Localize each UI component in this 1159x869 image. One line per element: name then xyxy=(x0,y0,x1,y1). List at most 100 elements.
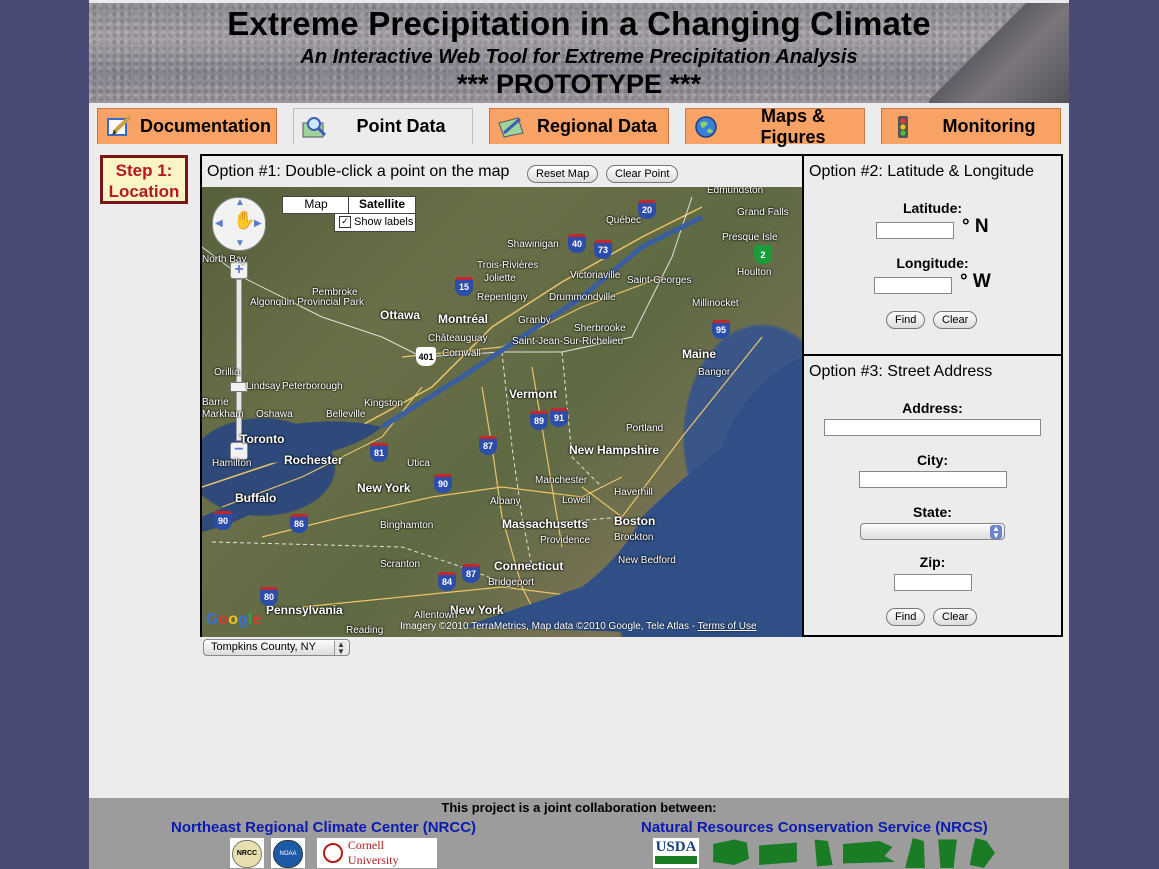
tab-label: Regional Data xyxy=(536,116,658,136)
header-banner: Extreme Precipitation in a Changing Clim… xyxy=(89,3,1069,103)
tab-regional-data[interactable]: Regional Data xyxy=(489,108,669,144)
reset-map-button[interactable]: Reset Map xyxy=(527,165,599,183)
tab-label: Maps & Figures xyxy=(760,105,826,147)
map-place-label: Providence xyxy=(540,535,591,546)
pan-left-icon[interactable]: ◀ xyxy=(215,218,223,229)
map-place-label: Cornwall xyxy=(442,348,481,359)
footer: This project is a joint collaboration be… xyxy=(89,798,1069,869)
cornell-logo[interactable]: Cornell University xyxy=(317,838,437,868)
map-place-label: New York xyxy=(450,603,504,617)
latitude-label: Latitude: xyxy=(902,200,963,216)
state-select[interactable]: ▲ ▼ xyxy=(860,523,1005,540)
map-place-label: Boston xyxy=(614,514,656,528)
noaa-logo[interactable]: NOAA xyxy=(271,838,305,868)
prototype-label: *** PROTOTYPE *** xyxy=(456,69,702,99)
pan-down-icon[interactable]: ▼ xyxy=(235,238,245,249)
tab-maps-figures[interactable]: Maps & Figures xyxy=(685,106,865,147)
highway-shield-icon: 80 xyxy=(260,587,278,606)
cornell-seal-icon xyxy=(323,843,343,863)
state-ma-icon[interactable] xyxy=(843,841,895,864)
map-place-label: Hamilton xyxy=(212,458,252,469)
highway-shield-icon: 86 xyxy=(290,514,308,533)
map-place-label: Lindsay xyxy=(246,381,281,392)
option2-panel: Option #2: Latitude & Longitude Latitude… xyxy=(802,154,1063,356)
nrcc-link[interactable]: Northeast Regional Climate Center (NRCC) xyxy=(171,819,476,836)
map-place-label: Saint-Georges xyxy=(627,275,692,286)
option3-panel: Option #3: Street Address Address: City:… xyxy=(802,354,1063,637)
map-place-label: Algonquin Provincial Park xyxy=(250,297,364,308)
map-type-satellite-button[interactable]: Satellite xyxy=(348,196,416,214)
pan-up-icon[interactable]: ▲ xyxy=(235,197,245,208)
pan-control[interactable]: ✋ ▲ ▼ ◀ ▶ xyxy=(212,197,266,251)
state-ny-icon[interactable] xyxy=(713,839,749,865)
zip-input[interactable] xyxy=(894,574,972,591)
show-labels-toggle[interactable]: ✓ Show labels xyxy=(334,213,416,232)
state-label: State: xyxy=(913,504,952,520)
latitude-input[interactable] xyxy=(876,222,954,239)
highway-shield-icon: 84 xyxy=(438,572,456,591)
county-select[interactable]: Tompkins County, NY ▲ ▼ xyxy=(203,639,350,656)
satellite-map[interactable]: Map Satellite ✓ Show labels ✋ ▲ ▼ ◀ ▶ + −… xyxy=(202,187,802,637)
pan-right-icon[interactable]: ▶ xyxy=(254,218,262,229)
magnifier-map-icon xyxy=(302,115,328,139)
option3-title: Option #3: Street Address xyxy=(809,363,993,380)
map-place-label: Rochester xyxy=(284,453,343,467)
globe-icon xyxy=(694,115,720,139)
map-place-label: Scranton xyxy=(380,559,421,570)
terms-of-use-link[interactable]: Terms of Use xyxy=(698,621,757,632)
state-ct-icon[interactable] xyxy=(759,842,797,865)
tab-monitoring[interactable]: Monitoring xyxy=(881,108,1061,144)
map-place-label: Orillia xyxy=(214,367,240,378)
map-place-label: Bangor xyxy=(698,367,731,378)
tab-documentation[interactable]: Documentation xyxy=(97,108,277,144)
highway-shield-icon: 89 xyxy=(530,411,548,430)
tab-label: Documentation xyxy=(140,116,272,136)
step-number: Step 1: xyxy=(115,161,173,180)
hand-icon: ✋ xyxy=(233,210,256,230)
tab-label: Point Data xyxy=(356,116,446,136)
traffic-light-icon xyxy=(890,115,916,139)
map-place-label: Oshawa xyxy=(256,409,293,420)
state-nh-icon[interactable] xyxy=(905,838,925,868)
longitude-label: Longitude: xyxy=(896,255,969,271)
map-place-label: Joliette xyxy=(484,273,516,284)
tab-point-data[interactable]: Point Data xyxy=(293,108,473,144)
map-place-label: Presque Isle xyxy=(722,232,778,243)
map-type-map-button[interactable]: Map xyxy=(282,196,350,214)
map-attribution: Imagery ©2010 TerraMetrics, Map data ©20… xyxy=(400,621,757,632)
map-place-label: Sherbrooke xyxy=(574,323,626,334)
map-pencil-icon xyxy=(498,115,524,139)
clear-point-button[interactable]: Clear Point xyxy=(606,165,679,183)
map-place-label: Portland xyxy=(626,423,664,434)
city-input[interactable] xyxy=(859,471,1007,488)
tab-label: Monitoring xyxy=(942,116,1036,136)
nrcc-logo[interactable]: NRCC xyxy=(230,838,264,868)
address-clear-button[interactable]: Clear xyxy=(933,608,978,626)
state-me-icon[interactable] xyxy=(969,838,995,868)
latlon-find-button[interactable]: Find xyxy=(886,311,926,329)
map-place-label: Repentigny xyxy=(477,292,528,303)
address-find-button[interactable]: Find xyxy=(886,608,926,626)
page-container: Extreme Precipitation in a Changing Clim… xyxy=(89,0,1069,869)
nrcs-link[interactable]: Natural Resources Conservation Service (… xyxy=(641,819,988,836)
map-place-label: Haverhill xyxy=(614,487,653,498)
map-place-label: Drummondville xyxy=(549,292,616,303)
map-place-label: New Bedford xyxy=(618,555,676,566)
map-place-label: Trois-Rivières xyxy=(477,260,539,271)
highway-shield-icon: 95 xyxy=(712,320,730,339)
highway-shield-icon: 87 xyxy=(479,436,497,455)
address-input[interactable] xyxy=(824,419,1041,436)
state-ri-icon[interactable] xyxy=(814,839,833,867)
latlon-clear-button[interactable]: Clear xyxy=(933,311,978,329)
state-vt-icon[interactable] xyxy=(938,839,957,868)
highway-shield-icon: 90 xyxy=(214,511,232,530)
map-place-label: Québec xyxy=(606,215,642,226)
map-place-label: Millinocket xyxy=(692,298,739,309)
option2-title: Option #2: Latitude & Longitude xyxy=(809,163,1035,180)
highway-shield-icon: 91 xyxy=(550,408,568,427)
map-place-label: Lowell xyxy=(562,495,591,506)
longitude-input[interactable] xyxy=(874,277,952,294)
usda-logo[interactable]: USDA xyxy=(653,838,699,868)
checkbox-checked-icon[interactable]: ✓ xyxy=(339,216,351,228)
map-place-label: Victoriaville xyxy=(570,270,621,281)
